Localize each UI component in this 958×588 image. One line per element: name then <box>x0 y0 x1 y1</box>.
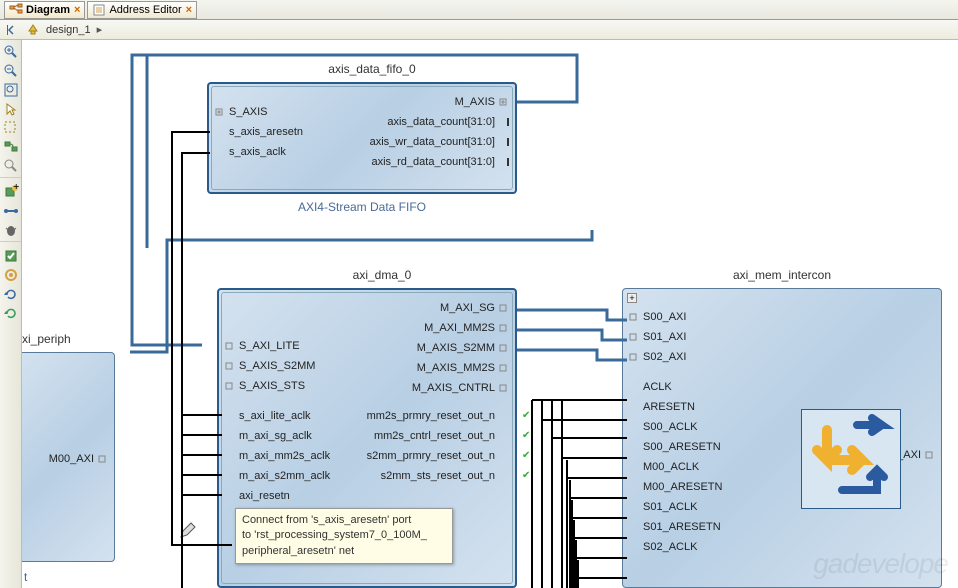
svg-text:+: + <box>13 184 19 193</box>
add-ip-icon[interactable]: + <box>2 183 20 201</box>
port-s2mm-sts-reset[interactable]: s2mm_sts_reset_out_n <box>381 470 511 482</box>
port-aresetn[interactable]: ARESETN <box>627 401 695 413</box>
bug-icon[interactable] <box>2 221 20 239</box>
port-m-axi-sg[interactable]: M_AXI_SG <box>440 302 511 314</box>
back-icon[interactable] <box>4 23 18 37</box>
refresh-icon[interactable] <box>2 285 20 303</box>
watermark: gadevelope <box>813 548 948 580</box>
block-axi-periph[interactable]: M00_AXI <box>22 352 115 562</box>
address-editor-icon <box>92 3 106 17</box>
port-s01-aclk[interactable]: S01_ACLK <box>627 501 697 513</box>
breadcrumb-design[interactable]: design_1 <box>42 24 95 36</box>
port-s00-aclk[interactable]: S00_ACLK <box>627 421 697 433</box>
make-connection-icon[interactable] <box>2 202 20 220</box>
port-s-axi-lite-aclk[interactable]: s_axi_lite_aclk <box>223 410 311 422</box>
port-s02-axi[interactable]: S02_AXI <box>627 351 686 363</box>
expand-icon[interactable] <box>2 304 20 322</box>
checkmark-icon: ✔ <box>522 430 530 441</box>
port-s-axis-sts[interactable]: S_AXIS_STS <box>223 380 305 392</box>
port-m-axi-sg-aclk[interactable]: m_axi_sg_aclk <box>223 430 312 442</box>
port-s-axis-s2mm[interactable]: S_AXIS_S2MM <box>223 360 315 372</box>
port-m00-aresetn[interactable]: M00_ARESETN <box>627 481 722 493</box>
auto-layout-icon[interactable] <box>2 138 20 156</box>
tab-address-label: Address Editor <box>109 4 181 16</box>
diagram-icon <box>9 3 23 17</box>
port-m-axi-mm2s[interactable]: M_AXI_MM2S <box>424 322 511 334</box>
block-title-fifo: axis_data_fifo_0 <box>272 62 472 76</box>
chevron-right-icon: ▸ <box>97 23 103 36</box>
port-m-axis-mm2s[interactable]: M_AXIS_MM2S <box>417 362 511 374</box>
port-m00-axi-periph[interactable]: M00_AXI <box>49 453 110 465</box>
port-aclk[interactable]: ACLK <box>627 381 672 393</box>
port-axis-wr-data-count[interactable]: axis_wr_data_count[31:0] <box>370 136 511 148</box>
search-icon[interactable] <box>2 157 20 175</box>
port-m00-aclk[interactable]: M00_ACLK <box>627 461 699 473</box>
pencil-cursor-icon <box>178 522 196 540</box>
block-title-intercon: axi_mem_intercon <box>702 268 862 282</box>
port-m-axis[interactable]: M_AXIS <box>455 96 511 108</box>
port-s00-axi[interactable]: S00_AXI <box>627 311 686 323</box>
port-m-axi-s2mm-aclk[interactable]: m_axi_s2mm_aclk <box>223 470 330 482</box>
port-s00-aresetn[interactable]: S00_ARESETN <box>627 441 721 453</box>
tab-diagram-label: Diagram <box>26 4 70 16</box>
block-subtitle-fifo: AXI4-Stream Data FIFO <box>252 198 472 216</box>
settings-icon[interactable] <box>2 266 20 284</box>
zoom-fit-icon[interactable] <box>2 81 20 99</box>
zoom-out-icon[interactable] <box>2 62 20 80</box>
port-s-axis[interactable]: S_AXIS <box>213 106 268 118</box>
block-axi-mem-intercon[interactable]: + S00_AXI S01_AXI S02_AXI ACLK ARESETN S… <box>622 288 942 588</box>
port-s01-axi[interactable]: S01_AXI <box>627 331 686 343</box>
tab-close-icon[interactable]: × <box>74 4 80 16</box>
port-m-axis-cntrl[interactable]: M_AXIS_CNTRL <box>412 382 511 394</box>
hierarchy-icon[interactable] <box>26 23 40 37</box>
port-s01-aresetn[interactable]: S01_ARESETN <box>627 521 721 533</box>
tab-close-icon[interactable]: × <box>186 4 192 16</box>
port-mm2s-cntrl-reset[interactable]: mm2s_cntrl_reset_out_n <box>374 430 511 442</box>
port-s-axi-lite[interactable]: S_AXI_LITE <box>223 340 300 352</box>
net-label: t <box>24 570 27 584</box>
checkmark-icon: ✔ <box>522 450 530 461</box>
canvas-toolbar: + <box>0 40 22 588</box>
port-m-axis-s2mm[interactable]: M_AXIS_S2MM <box>417 342 511 354</box>
port-axis-data-count[interactable]: axis_data_count[31:0] <box>387 116 511 128</box>
port-s2mm-prmry-reset[interactable]: s2mm_prmry_reset_out_n <box>367 450 511 462</box>
port-s02-aclk[interactable]: S02_ACLK <box>627 541 697 553</box>
port-s-axis-aclk[interactable]: s_axis_aclk <box>213 146 286 158</box>
validate-icon[interactable] <box>2 247 20 265</box>
block-title-periph: xi_periph <box>22 332 71 346</box>
tab-diagram[interactable]: Diagram × <box>4 1 85 19</box>
select-icon[interactable] <box>2 100 20 118</box>
tab-address-editor[interactable]: Address Editor × <box>87 1 197 19</box>
port-axi-resetn[interactable]: axi_resetn <box>223 490 290 502</box>
block-diagram-canvas[interactable]: axis_data_fifo_0 S_AXIS s_axis_aresetn s… <box>22 40 958 588</box>
editor-tabs: Diagram × Address Editor × <box>0 0 958 20</box>
checkmark-icon: ✔ <box>522 470 530 481</box>
breadcrumb: design_1 ▸ <box>0 20 958 40</box>
connection-tooltip: Connect from 's_axis_aresetn' port to 'r… <box>235 508 453 564</box>
port-axis-rd-data-count[interactable]: axis_rd_data_count[31:0] <box>371 156 511 168</box>
zoom-in-icon[interactable] <box>2 43 20 61</box>
block-title-dma: axi_dma_0 <box>322 268 442 282</box>
block-axis-data-fifo[interactable]: S_AXIS s_axis_aresetn s_axis_aclk M_AXIS… <box>207 82 517 194</box>
port-m-axi-mm2s-aclk[interactable]: m_axi_mm2s_aclk <box>223 450 330 462</box>
interconnect-icon <box>801 409 901 509</box>
expand-icon[interactable]: + <box>627 293 637 303</box>
checkmark-icon: ✔ <box>522 410 530 421</box>
port-mm2s-prmry-reset[interactable]: mm2s_prmry_reset_out_n <box>367 410 511 422</box>
area-select-icon[interactable] <box>2 119 20 137</box>
port-s-axis-aresetn[interactable]: s_axis_aresetn <box>213 126 303 138</box>
